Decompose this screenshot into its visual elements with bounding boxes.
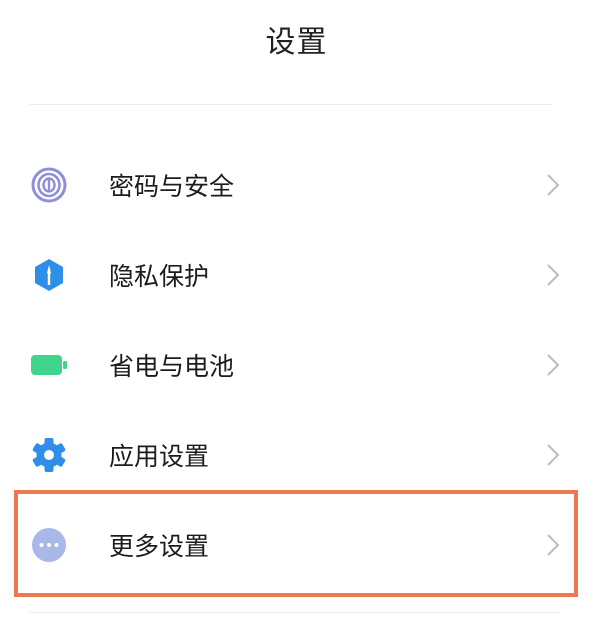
settings-list: 密码与安全 隐私保护 省电与电池 应用设置 更多设置 <box>0 140 593 590</box>
settings-item-label: 密码与安全 <box>109 172 235 201</box>
settings-item-label: 应用设置 <box>109 442 210 471</box>
settings-item-label: 省电与电池 <box>109 352 235 381</box>
chevron-right-icon <box>547 444 560 466</box>
chevron-right-icon <box>547 264 560 286</box>
settings-item-label: 隐私保护 <box>109 262 210 291</box>
page-title: 设置 <box>265 25 328 60</box>
chevron-right-icon <box>547 354 560 376</box>
chevron-right-icon <box>547 174 560 196</box>
privacy-shield-icon <box>30 256 68 294</box>
more-dots-icon <box>30 526 68 564</box>
settings-item-label: 更多设置 <box>109 532 210 561</box>
settings-item-app-settings[interactable]: 应用设置 <box>0 410 593 500</box>
settings-item-more-settings[interactable]: 更多设置 <box>0 500 593 590</box>
settings-item-battery[interactable]: 省电与电池 <box>0 320 593 410</box>
chevron-right-icon <box>547 534 560 556</box>
settings-item-password-security[interactable]: 密码与安全 <box>0 140 593 230</box>
list-bottom-divider <box>30 612 560 613</box>
header-bar: 设置 <box>0 0 593 78</box>
battery-icon <box>30 346 68 384</box>
gear-icon <box>30 436 68 474</box>
settings-item-privacy[interactable]: 隐私保护 <box>0 230 593 320</box>
header-divider <box>30 104 552 105</box>
fingerprint-icon <box>30 166 68 204</box>
